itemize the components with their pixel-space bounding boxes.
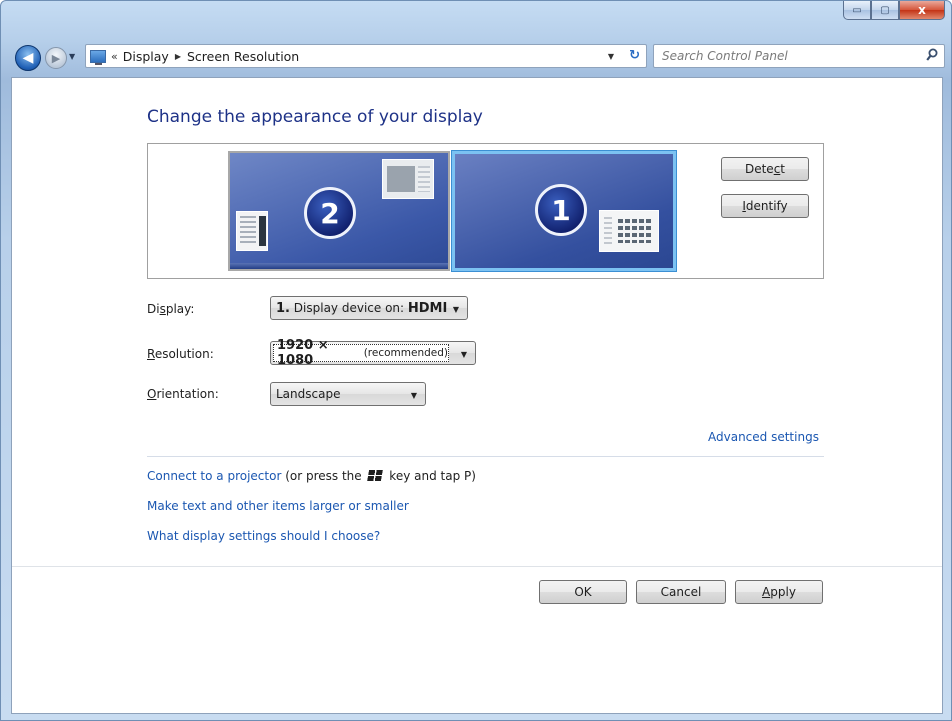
- cancel-button[interactable]: Cancel: [636, 580, 726, 604]
- windows-key-icon: [367, 470, 384, 481]
- maximize-icon: ▢: [880, 4, 890, 16]
- address-bar[interactable]: « Display ▶ Screen Resolution ▼ ↻: [85, 44, 647, 68]
- resolution-select-value: 1920 × 1080 (recommended): [273, 338, 449, 368]
- monitor-2-number: 2: [304, 187, 356, 239]
- display-help-link[interactable]: What display settings should I choose?: [147, 529, 380, 543]
- display-select-value: 1. Display device on: HDMI: [276, 300, 448, 316]
- resolution-label: Resolution:: [147, 347, 214, 361]
- monitor-1-number: 1: [535, 184, 587, 236]
- advanced-settings-link[interactable]: Advanced settings: [708, 430, 819, 444]
- monitor-1[interactable]: 1: [452, 151, 676, 271]
- keypad-thumbnail-icon: [599, 210, 659, 252]
- monitor-2[interactable]: 2: [228, 151, 450, 271]
- apply-button[interactable]: Apply: [735, 580, 823, 604]
- recent-pages-dropdown-icon[interactable]: ▼: [69, 52, 75, 61]
- content-pane: Change the appearance of your display 2 …: [11, 77, 943, 714]
- connect-projector-link[interactable]: Connect to a projector: [147, 469, 281, 483]
- search-icon[interactable]: [926, 48, 938, 64]
- forward-button[interactable]: ▶: [45, 47, 67, 69]
- search-input[interactable]: [662, 46, 912, 66]
- monitor-arrangement: 2 1 Dete c t Identify: [147, 143, 824, 279]
- taskbar-thumbnail: [230, 263, 448, 269]
- window-thumbnail-icon: [382, 159, 434, 199]
- close-icon: x: [918, 3, 926, 17]
- control-panel-icon: [90, 49, 106, 65]
- close-button[interactable]: x: [899, 1, 945, 20]
- document-thumbnail-icon: [236, 211, 268, 251]
- resolution-select[interactable]: 1920 × 1080 (recommended) ▼: [270, 338, 476, 368]
- divider: [147, 456, 824, 457]
- minimize-icon: ▭: [852, 4, 862, 16]
- chevron-down-icon: ▼: [452, 305, 459, 314]
- window-frame: ▭ ▢ x ◀ ▶ ▼ « Display ▶ Screen Resolutio…: [0, 0, 952, 721]
- orientation-label: Orientation:: [147, 387, 219, 401]
- display-label: Display:: [147, 302, 195, 316]
- caption-buttons: ▭ ▢ x: [843, 1, 945, 20]
- breadcrumb-display[interactable]: Display: [123, 49, 169, 64]
- search-box[interactable]: [653, 44, 945, 68]
- chevron-down-icon: ▼: [460, 350, 467, 359]
- orientation-select[interactable]: Landscape ▼: [270, 382, 426, 406]
- address-dropdown-icon[interactable]: ▼: [608, 52, 614, 61]
- ok-button[interactable]: OK: [539, 580, 627, 604]
- identify-button[interactable]: Identify: [721, 194, 809, 218]
- refresh-icon[interactable]: ↻: [629, 48, 640, 63]
- back-arrow-icon: ◀: [22, 50, 34, 66]
- projector-row: Connect to a projector (or press the key…: [147, 469, 476, 483]
- breadcrumb-overflow[interactable]: «: [111, 50, 118, 63]
- maximize-button[interactable]: ▢: [871, 1, 899, 20]
- chevron-down-icon: ▼: [410, 391, 417, 400]
- display-select[interactable]: 1. Display device on: HDMI ▼: [270, 296, 468, 320]
- breadcrumb-screen-resolution[interactable]: Screen Resolution: [187, 49, 299, 64]
- minimize-button[interactable]: ▭: [843, 1, 871, 20]
- breadcrumb-separator-icon[interactable]: ▶: [175, 52, 181, 61]
- forward-arrow-icon: ▶: [51, 51, 61, 65]
- back-button[interactable]: ◀: [15, 45, 41, 71]
- detect-button[interactable]: Dete c t: [721, 157, 809, 181]
- navigation-bar: ◀ ▶ ▼ « Display ▶ Screen Resolution ▼ ↻: [7, 41, 947, 71]
- footer-divider: [12, 566, 942, 567]
- page-title: Change the appearance of your display: [147, 107, 483, 127]
- orientation-select-value: Landscape: [276, 387, 341, 401]
- text-size-link[interactable]: Make text and other items larger or smal…: [147, 499, 409, 513]
